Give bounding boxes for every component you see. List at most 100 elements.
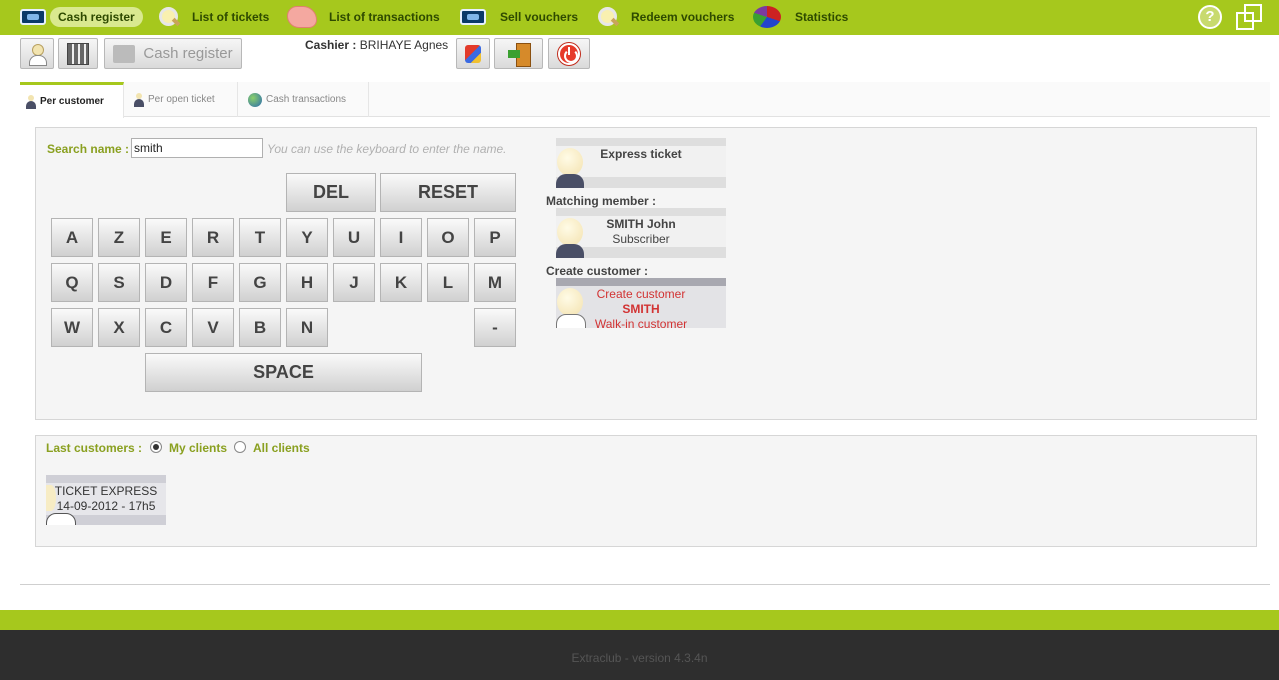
key-c[interactable]: C — [145, 308, 187, 347]
footer-accent-band — [0, 610, 1279, 630]
key-z[interactable]: Z — [98, 218, 140, 257]
key-b[interactable]: B — [239, 308, 281, 347]
calculator-icon — [67, 42, 89, 65]
cashier-label: Cashier : — [305, 38, 357, 52]
key-m[interactable]: M — [474, 263, 516, 302]
tab-per-customer[interactable]: Per customer — [20, 82, 124, 118]
ticket-icon — [460, 9, 486, 25]
create-customer-action: Create customer — [596, 287, 686, 301]
recent-customer-date: 14-09-2012 - 17h5 — [56, 499, 156, 513]
recent-customer-card[interactable]: TICKET EXPRESS 14-09-2012 - 17h5 — [46, 475, 166, 525]
key-reset[interactable]: RESET — [380, 173, 516, 212]
help-button[interactable]: ? — [1198, 5, 1222, 29]
exit-door-icon — [507, 42, 531, 67]
exit-button[interactable] — [494, 38, 543, 69]
search-input[interactable] — [131, 138, 263, 158]
key-t[interactable]: T — [239, 218, 281, 257]
nav-label: Cash register — [50, 7, 143, 27]
tab-label: Per customer — [40, 96, 104, 107]
pie-chart-icon — [753, 6, 781, 28]
recent-customer-name: TICKET EXPRESS — [54, 484, 158, 498]
key-space[interactable]: SPACE — [145, 353, 422, 392]
cash-register-button[interactable]: Cash register — [104, 38, 242, 69]
key-r[interactable]: R — [192, 218, 234, 257]
nav-redeem-vouchers[interactable]: Redeem vouchers — [597, 4, 734, 30]
top-navigation-bar: Cash register List of tickets List of tr… — [0, 0, 1279, 35]
cash-register-label: Cash register — [143, 45, 233, 62]
key-i[interactable]: I — [380, 218, 422, 257]
key-x[interactable]: X — [98, 308, 140, 347]
key-y[interactable]: Y — [286, 218, 328, 257]
tab-per-open-ticket[interactable]: Per open ticket — [128, 82, 238, 117]
key-v[interactable]: V — [192, 308, 234, 347]
matching-member-heading: Matching member : — [546, 194, 657, 208]
key-n[interactable]: N — [286, 308, 328, 347]
nav-statistics[interactable]: Statistics — [753, 4, 848, 30]
key-d[interactable]: D — [145, 263, 187, 302]
customer-button[interactable] — [20, 38, 54, 69]
ticket-icon — [20, 9, 46, 25]
share-button[interactable] — [456, 38, 490, 69]
nav-list-of-tickets[interactable]: List of tickets — [158, 4, 269, 30]
card-band — [556, 278, 726, 286]
tab-label: Per open ticket — [148, 94, 215, 105]
logout-button[interactable] — [548, 38, 590, 69]
search-label: Search name : — [47, 142, 130, 156]
window-toggle-icon[interactable] — [1236, 4, 1262, 30]
card-band — [556, 208, 726, 216]
my-clients-radio[interactable] — [150, 441, 162, 453]
key-j[interactable]: J — [333, 263, 375, 302]
key-h[interactable]: H — [286, 263, 328, 302]
cashier-info: Cashier : BRIHAYE Agnes — [305, 38, 448, 52]
divider — [20, 584, 1270, 585]
last-customers-label: Last customers : — [46, 441, 143, 455]
card-band — [46, 475, 166, 483]
tab-cash-transactions[interactable]: Cash transactions — [242, 82, 369, 117]
cash-register-icon — [113, 44, 136, 63]
my-clients-label[interactable]: My clients — [169, 441, 227, 455]
key-k[interactable]: K — [380, 263, 422, 302]
key-g[interactable]: G — [239, 263, 281, 302]
key-p[interactable]: P — [474, 218, 516, 257]
key-s[interactable]: S — [98, 263, 140, 302]
key-o[interactable]: O — [427, 218, 469, 257]
create-customer-card[interactable]: Create customer SMITH Walk-in customer — [556, 278, 726, 328]
all-clients-label[interactable]: All clients — [253, 441, 310, 455]
calculator-button[interactable] — [58, 38, 98, 69]
nav-label: Sell vouchers — [500, 10, 579, 24]
nav-label: List of transactions — [329, 10, 440, 24]
person-icon — [26, 94, 36, 109]
key-a[interactable]: A — [51, 218, 93, 257]
power-icon — [558, 42, 580, 65]
key-q[interactable]: Q — [51, 263, 93, 302]
member-type: Subscriber — [612, 232, 670, 246]
nav-label: Statistics — [795, 10, 849, 24]
hand-icon — [287, 6, 317, 28]
cashier-name: BRIHAYE Agnes — [356, 38, 449, 52]
user-icon — [28, 43, 47, 66]
create-customer-type: Walk-in customer — [594, 317, 688, 328]
express-ticket-card[interactable]: Express ticket — [556, 138, 726, 188]
nav-sell-vouchers[interactable]: Sell vouchers — [460, 4, 578, 30]
nav-label: Redeem vouchers — [631, 10, 735, 24]
all-clients-radio[interactable] — [234, 441, 246, 453]
nav-list-of-transactions[interactable]: List of transactions — [287, 4, 440, 30]
key-w[interactable]: W — [51, 308, 93, 347]
globe-icon — [248, 92, 262, 107]
key-dash[interactable]: - — [474, 308, 516, 347]
matching-member-card[interactable]: SMITH John Subscriber — [556, 208, 726, 258]
version-text: Extraclub - version 4.3.4n — [571, 651, 708, 665]
search-hint: You can use the keyboard to enter the na… — [267, 142, 507, 156]
key-e[interactable]: E — [145, 218, 187, 257]
create-customer-heading: Create customer : — [546, 264, 649, 278]
create-customer-name: SMITH — [622, 302, 660, 316]
key-l[interactable]: L — [427, 263, 469, 302]
nav-cash-register[interactable]: Cash register — [20, 4, 143, 30]
card-band — [556, 138, 726, 146]
key-u[interactable]: U — [333, 218, 375, 257]
share-icon — [465, 44, 481, 63]
magnifier-icon — [597, 6, 619, 28]
member-name: SMITH John — [606, 217, 676, 231]
key-del[interactable]: DEL — [286, 173, 376, 212]
key-f[interactable]: F — [192, 263, 234, 302]
